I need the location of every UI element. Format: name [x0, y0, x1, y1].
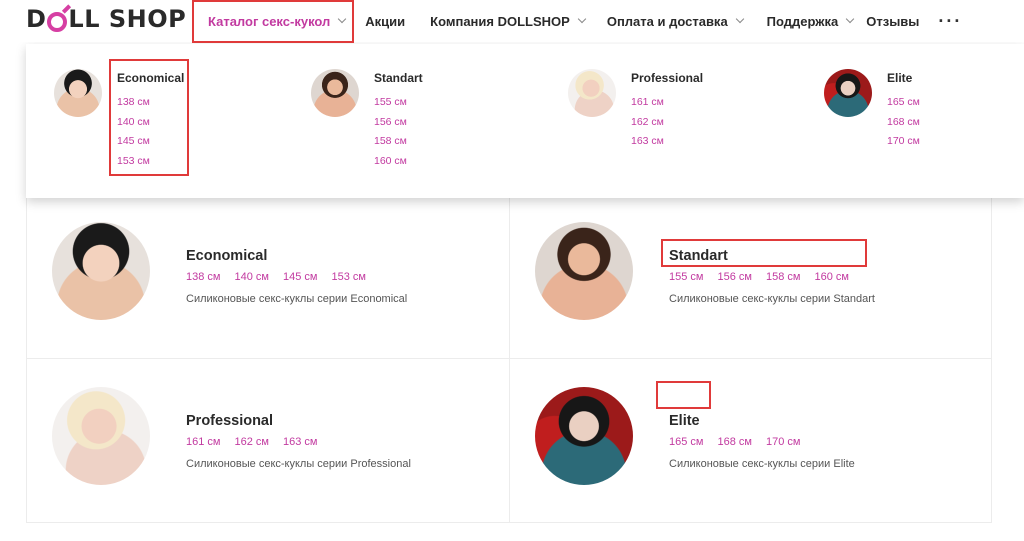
- dropdown-size-link[interactable]: 160 см: [374, 152, 423, 172]
- grid-divider: [27, 358, 991, 359]
- dropdown-size-link[interactable]: 156 см: [374, 113, 423, 133]
- dropdown-title[interactable]: Standart: [374, 71, 423, 85]
- category-title[interactable]: Standart: [669, 248, 875, 264]
- category-size-link[interactable]: 161 см: [186, 436, 220, 448]
- category-description: Силиконовые секс-куклы серии Economical: [186, 293, 408, 305]
- nav-company-label: Компания DOLLSHOP: [430, 13, 570, 29]
- category-card-professional: Professional 161 см 162 см 163 см Силико…: [52, 387, 411, 485]
- nav-reviews-label: Отзывы: [866, 13, 920, 29]
- dropdown-col-economical: Economical 138 см 140 см 145 см 153 см: [54, 69, 184, 171]
- category-size-link[interactable]: 156 см: [717, 271, 751, 283]
- category-size-link[interactable]: 145 см: [283, 271, 317, 283]
- nav-delivery[interactable]: Оплата и доставка: [606, 0, 744, 42]
- dropdown-size-link[interactable]: 138 см: [117, 93, 184, 113]
- main-nav: Каталог секс-кукол Акции Компания DOLLSH…: [192, 0, 962, 42]
- category-card-economical: Economical 138 см 140 см 145 см 153 см С…: [52, 222, 407, 320]
- category-title[interactable]: Economical: [186, 248, 407, 264]
- category-size-link[interactable]: 160 см: [814, 271, 848, 283]
- dropdown-size-link[interactable]: 153 см: [117, 152, 184, 172]
- more-menu-icon[interactable]: ···: [938, 0, 962, 42]
- category-card-elite: Elite 165 см 168 см 170 см Силиконовые с…: [535, 387, 855, 485]
- dropdown-size-link[interactable]: 170 см: [887, 132, 920, 152]
- elite-thumbnail[interactable]: [824, 69, 872, 117]
- category-size-link[interactable]: 158 см: [766, 271, 800, 283]
- category-size-link[interactable]: 155 см: [669, 271, 703, 283]
- category-description: Силиконовые секс-куклы серии Elite: [669, 458, 855, 470]
- category-card-standart: Standart 155 см 156 см 158 см 160 см Сил…: [535, 222, 875, 320]
- chevron-down-icon: [577, 14, 587, 24]
- more-dots: ···: [938, 10, 963, 31]
- category-description: Силиконовые секс-куклы серии Standart: [669, 293, 875, 305]
- economical-thumbnail[interactable]: [54, 69, 102, 117]
- category-size-link[interactable]: 163 см: [283, 436, 317, 448]
- elite-image[interactable]: [535, 387, 633, 485]
- dropdown-size-link[interactable]: 145 см: [117, 132, 184, 152]
- dropdown-size-link[interactable]: 162 см: [631, 113, 703, 133]
- nav-delivery-label: Оплата и доставка: [606, 13, 728, 29]
- nav-reviews[interactable]: Отзывы: [866, 0, 919, 42]
- dropdown-title[interactable]: Economical: [117, 71, 184, 85]
- category-size-link[interactable]: 170 см: [766, 436, 800, 448]
- male-symbol-icon: [47, 12, 68, 32]
- nav-promo[interactable]: Акции: [365, 0, 405, 42]
- nav-support-label: Поддержка: [766, 13, 839, 29]
- catalog-dropdown: Economical 138 см 140 см 145 см 153 см S…: [26, 44, 1024, 198]
- nav-company[interactable]: Компания DOLLSHOP: [430, 0, 587, 42]
- logo[interactable]: D LL SHOP: [26, 5, 186, 33]
- site-header: D LL SHOP Каталог секс-кукол Акции Компа…: [0, 0, 1024, 42]
- dropdown-title[interactable]: Professional: [631, 71, 703, 85]
- nav-catalog[interactable]: Каталог секс-кукол: [208, 0, 347, 42]
- nav-catalog-label: Каталог секс-кукол: [208, 13, 331, 29]
- dropdown-size-link[interactable]: 165 см: [887, 93, 920, 113]
- chevron-down-icon: [338, 14, 347, 24]
- category-size-link[interactable]: 140 см: [234, 271, 268, 283]
- category-title[interactable]: Elite: [669, 413, 855, 429]
- chevron-down-icon: [735, 14, 744, 24]
- dropdown-size-link[interactable]: 158 см: [374, 132, 423, 152]
- professional-thumbnail[interactable]: [568, 69, 616, 117]
- dropdown-col-standart: Standart 155 см 156 см 158 см 160 см: [311, 69, 423, 171]
- dropdown-size-link[interactable]: 168 см: [887, 113, 920, 133]
- category-size-link[interactable]: 165 см: [669, 436, 703, 448]
- chevron-down-icon: [846, 14, 855, 24]
- category-size-link[interactable]: 162 см: [234, 436, 268, 448]
- dropdown-size-link[interactable]: 163 см: [631, 132, 703, 152]
- grid-divider: [509, 198, 510, 523]
- dropdown-title[interactable]: Elite: [887, 71, 920, 85]
- nav-support[interactable]: Поддержка: [766, 0, 855, 42]
- nav-promo-label: Акции: [365, 13, 406, 29]
- category-size-link[interactable]: 138 см: [186, 271, 220, 283]
- dropdown-size-link[interactable]: 161 см: [631, 93, 703, 113]
- category-description: Силиконовые секс-куклы серии Professiona…: [186, 458, 411, 470]
- category-size-link[interactable]: 153 см: [331, 271, 365, 283]
- dropdown-col-professional: Professional 161 см 162 см 163 см: [568, 69, 703, 152]
- professional-image[interactable]: [52, 387, 150, 485]
- dropdown-col-elite: Elite 165 см 168 см 170 см: [824, 69, 920, 152]
- category-grid: Economical 138 см 140 см 145 см 153 см С…: [26, 198, 992, 523]
- category-size-link[interactable]: 168 см: [717, 436, 751, 448]
- category-title[interactable]: Professional: [186, 413, 411, 429]
- logo-text-start: D: [26, 5, 47, 33]
- standart-image[interactable]: [535, 222, 633, 320]
- economical-image[interactable]: [52, 222, 150, 320]
- dropdown-size-link[interactable]: 140 см: [117, 113, 184, 133]
- logo-text-end: LL SHOP: [68, 5, 187, 33]
- standart-thumbnail[interactable]: [311, 69, 359, 117]
- dropdown-size-link[interactable]: 155 см: [374, 93, 423, 113]
